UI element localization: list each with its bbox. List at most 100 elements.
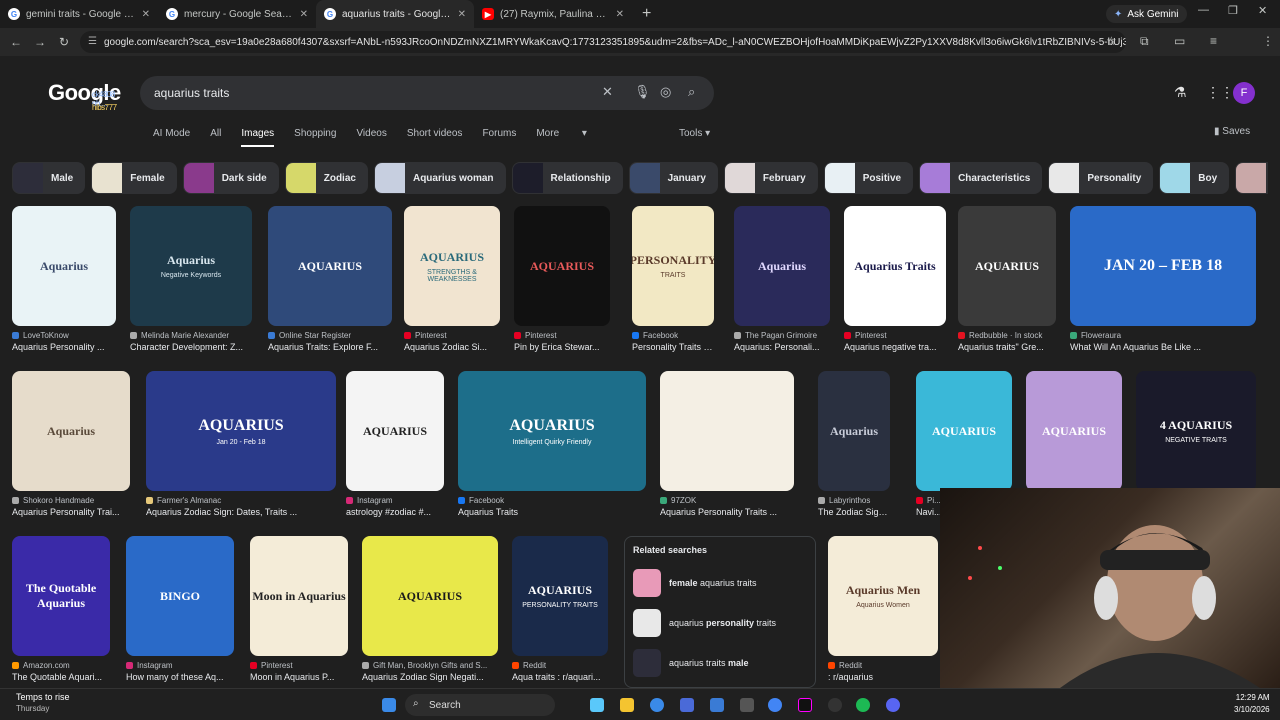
close-tab-icon[interactable]: ✕ [616,9,624,20]
result-source[interactable]: Redbubble · In stock [958,331,1056,340]
result-caption[interactable]: Character Development: Z... [130,342,252,352]
image-result[interactable]: 4 AQUARIUS NEGATIVE TRAITS [1136,371,1256,491]
result-caption[interactable]: The Quotable Aquari... [12,672,110,682]
tools-button[interactable]: Tools ▾ [679,128,710,139]
image-result[interactable]: Aquarius Traits Pinterest Aquarius negativ… [844,206,946,352]
cast-icon[interactable]: ▭ [1174,34,1185,48]
result-source[interactable]: Amazon.com [12,661,110,670]
restore-icon[interactable]: ❐ [1228,4,1238,17]
result-thumbnail[interactable]: JAN 20 – FEB 18 [1070,206,1256,326]
forward-icon[interactable]: → [28,35,52,49]
discord-icon[interactable] [886,698,900,712]
search-icon[interactable]: ⌕ [688,84,695,100]
result-caption[interactable]: Aquarius: Personali... [734,342,830,352]
result-thumbnail[interactable]: Aquarius [12,206,116,326]
labs-flask-icon[interactable]: ⚗ [1174,84,1187,101]
tab-youtube[interactable]: ▶ (27) Raymix, Paulina Rubio - Tú ✕ [474,0,632,28]
store-icon[interactable] [680,698,694,712]
edge-icon[interactable] [650,698,664,712]
tab-mercury[interactable]: G mercury - Google Search ✕ [158,0,316,28]
tab-shopping[interactable]: Shopping [294,128,336,147]
tab-aquarius-traits[interactable]: G aquarius traits - Google Search ✕ [316,0,474,28]
chip-aquarius-woman[interactable]: Aquarius woman [373,162,506,194]
result-thumbnail[interactable]: Aquarius [818,371,890,491]
result-source[interactable]: Gift Man, Brooklyn Gifts and S... [362,661,498,670]
account-avatar[interactable]: F [1233,82,1255,104]
result-source[interactable]: The Pagan Grimoire [734,331,830,340]
chip-positive[interactable]: Positive [823,162,914,194]
result-caption[interactable]: Personality Traits o... [632,342,714,352]
tab-forums[interactable]: Forums [482,128,516,147]
result-caption[interactable]: Aqua traits : r/aquari... [512,672,608,682]
result-caption[interactable]: Aquarius Personality Trai... [12,507,130,517]
chip-january[interactable]: January [628,162,718,194]
image-result[interactable]: Moon in Aquarius Pinterest Moon in Aquariu… [250,536,348,682]
image-result[interactable]: JAN 20 – FEB 18 Floweraura What Will An Aq… [1070,206,1256,352]
result-source[interactable]: Instagram [346,496,444,505]
result-caption[interactable]: Aquarius Zodiac Sign Negati... [362,672,498,682]
result-source[interactable]: Instagram [126,661,234,670]
result-thumbnail[interactable]: AQUARIUS [958,206,1056,326]
result-thumbnail[interactable]: Aquarius Traits [844,206,946,326]
result-caption[interactable]: The Zodiac Sign Aq... [818,507,890,517]
result-caption[interactable]: Aquarius Personality ... [12,342,116,352]
image-result[interactable]: AQUARIUS Gift Man, Brooklyn Gifts and S..… [362,536,498,682]
spotify-icon[interactable] [856,698,870,712]
google-logo[interactable]: Google ck4808 oh.... hibs777 [48,80,121,112]
copilot-icon[interactable] [590,698,604,712]
result-caption[interactable]: astrology #zodiac #... [346,507,444,517]
image-result[interactable]: AQUARIUS [1026,371,1122,491]
result-thumbnail[interactable]: Aquarius [12,371,130,491]
result-source[interactable]: Pinterest [404,331,500,340]
result-thumbnail[interactable]: AQUARIUS Jan 20 - Feb 18 [146,371,336,491]
close-tab-icon[interactable]: ✕ [300,9,308,20]
image-result[interactable]: AQUARIUS PERSONALITY TRAITS Reddit Aqua tra… [512,536,608,682]
result-caption[interactable]: Aquarius traits" Gre... [958,342,1056,352]
chip-personality[interactable]: Personality [1048,162,1154,194]
result-thumbnail[interactable]: Aquarius Men Aquarius Women [828,536,938,656]
result-thumbnail[interactable]: PERSONALITY TRAITS [632,206,714,326]
tab-short-videos[interactable]: Short videos [407,128,463,147]
result-caption[interactable]: : r/aquarius [828,672,938,682]
menu-kebab-icon[interactable]: ⋮ [1262,34,1274,48]
result-source[interactable]: Labyrinthos [818,496,890,505]
tiktok-icon[interactable] [798,698,812,712]
result-caption[interactable]: Aquarius Zodiac Sign: Dates, Traits ... [146,507,336,517]
result-source[interactable]: Reddit [512,661,608,670]
result-thumbnail[interactable]: Moon in Aquarius [250,536,348,656]
microphone-icon[interactable]: 🎙 [634,84,651,100]
chip-february[interactable]: February [723,162,818,194]
app-icon[interactable] [740,698,754,712]
chip-female[interactable]: Female [91,162,177,194]
result-source[interactable]: LoveToKnow [12,331,116,340]
bookmark-star-icon[interactable]: ☆ [1106,34,1117,48]
tab-gemini-traits[interactable]: G gemini traits - Google Search ✕ [0,0,158,28]
image-result[interactable]: Aquarius Labyrinthos The Zodiac Sign Aq... [818,371,890,517]
image-result[interactable]: AQUARIUS Pinterest Pin by Erica Stewar... [514,206,610,352]
result-caption[interactable]: Aquarius Personality Traits ... [660,507,794,517]
related-search-item[interactable]: aquarius personality traits [633,603,807,643]
result-thumbnail[interactable]: AQUARIUS [514,206,610,326]
result-thumbnail[interactable]: The Quotable Aquarius [12,536,110,656]
image-result[interactable]: The Quotable Aquarius Amazon.com The Quota… [12,536,110,682]
chip-dark-side[interactable]: Dark side [182,162,279,194]
result-thumbnail[interactable]: AQUARIUS [268,206,392,326]
result-source[interactable]: Facebook [632,331,714,340]
result-thumbnail[interactable]: BINGO [126,536,234,656]
close-window-icon[interactable]: ✕ [1258,4,1267,17]
clear-icon[interactable]: ✕ [602,84,613,100]
address-bar[interactable]: ☰ google.com/search?sca_esv=19a0e28a680f… [80,31,1126,53]
new-tab-button[interactable]: + [632,5,661,23]
tab-videos[interactable]: Videos [356,128,386,147]
close-tab-icon[interactable]: ✕ [458,9,466,20]
tab-more[interactable]: More ▾ [536,128,587,147]
result-source[interactable]: Shokoro Handmade [12,496,130,505]
weather-widget[interactable]: Temps to rise Thursday [16,692,70,714]
image-result[interactable]: AQUARIUS Online Star Register Aquarius Tra… [268,206,392,352]
result-source[interactable]: Melinda Marie Alexander [130,331,252,340]
saves-button[interactable]: ▮ Saves [1214,126,1250,137]
site-info-icon[interactable]: ☰ [88,36,97,47]
result-thumbnail[interactable]: AQUARIUS PERSONALITY TRAITS [512,536,608,656]
ask-gemini-button[interactable]: ✦ Ask Gemini [1106,5,1187,23]
result-caption[interactable]: Moon in Aquarius P... [250,672,348,682]
